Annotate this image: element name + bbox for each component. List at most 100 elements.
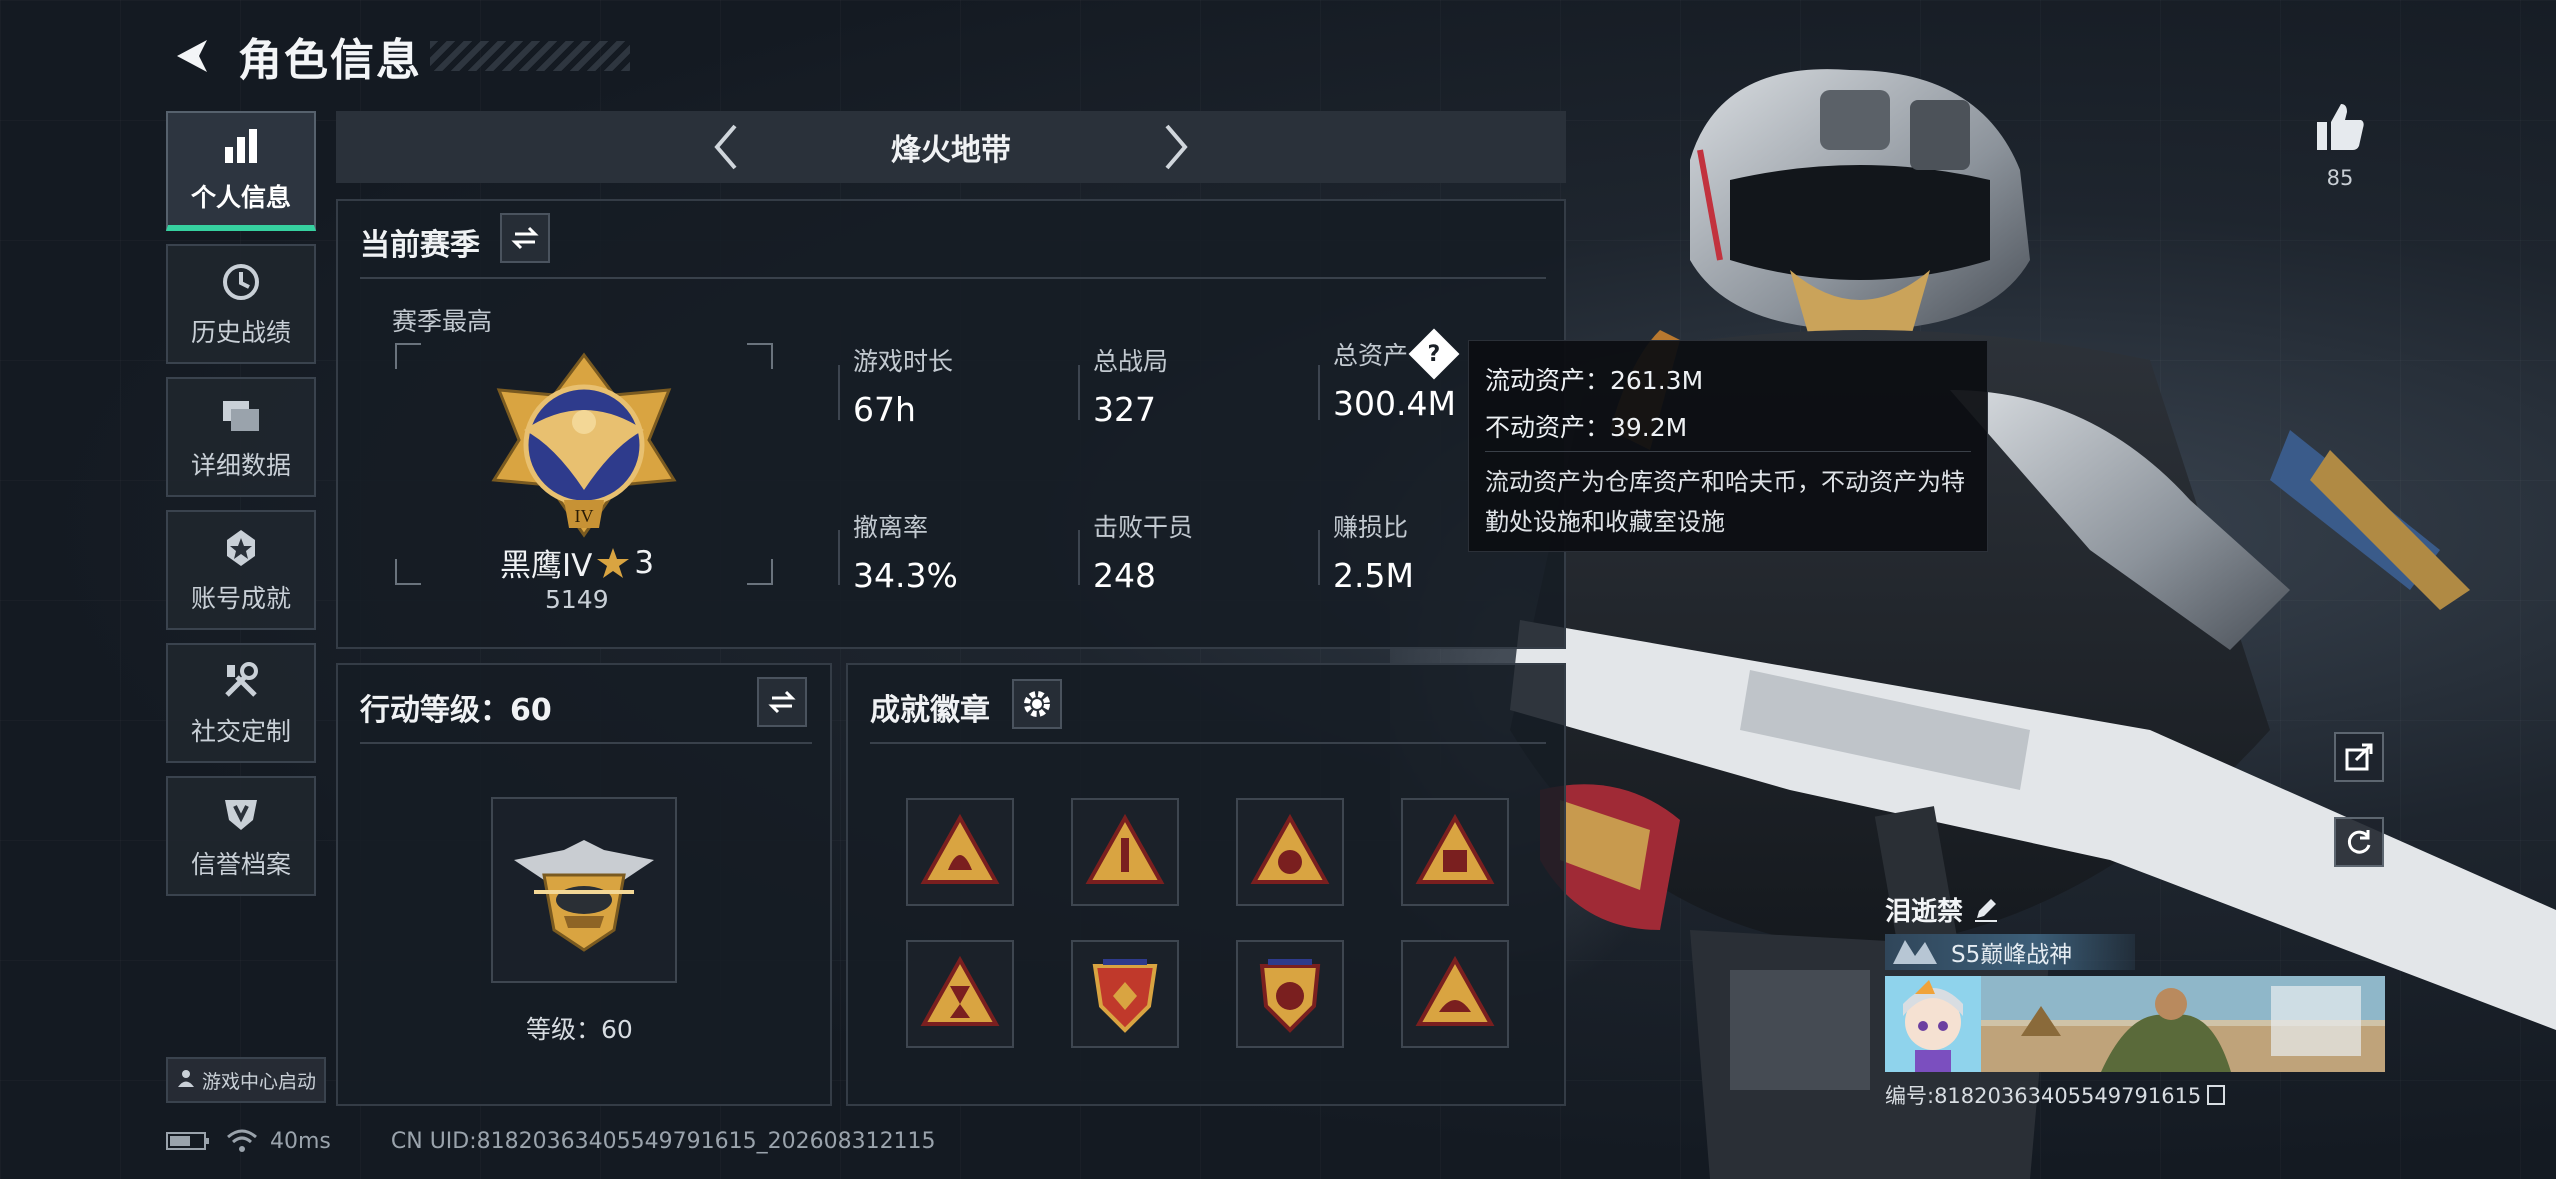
mode-selector: 烽火地带 xyxy=(336,111,1566,183)
season-switch-button[interactable] xyxy=(500,213,550,263)
avatar[interactable] xyxy=(1885,976,1981,1072)
sidebar-item-label: 信誉档案 xyxy=(190,850,291,879)
stat-separator xyxy=(838,365,840,420)
ping-value: 40ms xyxy=(270,1128,331,1154)
refresh-icon xyxy=(2347,830,2371,854)
chevron-right-icon xyxy=(1165,124,1188,170)
triangle-badge-icon xyxy=(1415,813,1495,884)
sidebar-item-label: 详细数据 xyxy=(190,451,291,480)
player-name: 泪逝禁 xyxy=(1885,896,1964,927)
stat-value: 67h xyxy=(853,390,916,429)
svg-text:IV: IV xyxy=(575,506,594,526)
mode-title: 烽火地带 xyxy=(891,133,1011,168)
battery-icon xyxy=(166,1132,209,1150)
title-emblem-icon xyxy=(1893,940,1937,964)
stat-label: 总资产 xyxy=(1333,341,1409,370)
sidebar-item-personal-info[interactable]: 个人信息 xyxy=(166,111,316,231)
action-level-text: 等级：60 xyxy=(526,1015,633,1044)
sidebar-item-history[interactable]: 历史战绩 xyxy=(166,244,316,364)
shield-badge-icon xyxy=(1259,959,1321,1033)
achievement-badge-8[interactable] xyxy=(1401,940,1509,1048)
player-title-text: S5巅峰战神 xyxy=(1951,942,2073,968)
action-level-divider xyxy=(360,742,812,744)
action-level-title: 行动等级：60 xyxy=(360,693,552,728)
stat-separator xyxy=(1318,530,1320,585)
title-decoration xyxy=(430,41,630,71)
sidebar-item-label: 账号成就 xyxy=(190,584,291,613)
stat-value: 327 xyxy=(1093,390,1156,429)
achievement-badge-4[interactable] xyxy=(1401,798,1509,906)
stat-operators-defeated: 击败干员 248 xyxy=(1093,508,1193,595)
back-button[interactable] xyxy=(166,31,216,81)
season-best-label: 赛季最高 xyxy=(392,307,493,336)
history-icon xyxy=(218,259,264,305)
sidebar-item-achievements[interactable]: 账号成就 xyxy=(166,510,316,630)
stat-label: 撤离率 xyxy=(853,513,929,542)
action-level-emblem xyxy=(491,797,677,983)
achievement-badge-2[interactable] xyxy=(1071,798,1179,906)
achievement-badge-3[interactable] xyxy=(1236,798,1344,906)
stat-label: 击败干员 xyxy=(1093,513,1194,542)
sidebar-item-social[interactable]: 社交定制 xyxy=(166,643,316,763)
uid-text: CN UID:81820363405549791615_202608312115 xyxy=(390,1128,936,1154)
share-icon xyxy=(2345,743,2373,771)
stat-separator xyxy=(1318,365,1320,420)
achievement-icon xyxy=(218,525,264,571)
page-header: 角色信息 xyxy=(166,26,630,86)
sidebar-item-label: 历史战绩 xyxy=(190,318,291,347)
tooltip-liquid-assets: 流动资产：261.3M xyxy=(1485,365,1704,395)
stat-value: 248 xyxy=(1093,556,1156,595)
sidebar-item-reputation[interactable]: 信誉档案 xyxy=(166,776,316,896)
user-icon xyxy=(176,1068,196,1093)
gear-icon xyxy=(1024,691,1050,717)
stat-label: 总战局 xyxy=(1093,347,1169,376)
triangle-badge-icon xyxy=(1085,813,1165,884)
share-button[interactable] xyxy=(2334,732,2384,782)
like-button[interactable]: 85 xyxy=(2310,100,2370,190)
stat-total-assets: 总资产 ? 300.4M xyxy=(1333,328,1460,423)
copy-icon[interactable] xyxy=(2207,1085,2226,1105)
player-banner xyxy=(1885,976,2385,1072)
game-center-label: 游戏中心启动 xyxy=(201,1070,316,1093)
swap-icon xyxy=(768,690,796,714)
rank-score: 5149 xyxy=(545,585,609,614)
mode-prev-button[interactable] xyxy=(701,117,751,177)
stat-total-matches: 总战局 327 xyxy=(1093,342,1168,429)
stat-label: 游戏时长 xyxy=(853,347,954,376)
shield-icon xyxy=(218,791,264,837)
player-id: 编号:81820363405549791615 xyxy=(1885,1084,2202,1108)
achievement-badge-7[interactable] xyxy=(1236,940,1344,1048)
banner-scene-image xyxy=(1981,976,2385,1072)
rank-badge-icon: IV xyxy=(491,352,677,538)
thumbs-up-icon xyxy=(2317,104,2364,150)
achievement-badge-6[interactable] xyxy=(1071,940,1179,1048)
game-center-button[interactable]: 游戏中心启动 xyxy=(166,1057,326,1103)
rank-stars: 3 xyxy=(634,544,655,581)
refresh-button[interactable] xyxy=(2334,817,2384,867)
triangle-badge-icon xyxy=(1415,955,1495,1026)
sidebar-item-label: 社交定制 xyxy=(190,717,291,746)
season-divider xyxy=(360,277,1546,279)
shield-badge-icon xyxy=(1092,959,1158,1033)
help-icon[interactable]: ? xyxy=(1408,328,1460,380)
achievement-badge-5[interactable] xyxy=(906,940,1014,1048)
swap-icon xyxy=(511,226,539,250)
tooltip-divider xyxy=(1485,451,1971,452)
triangle-badge-icon xyxy=(920,813,1000,884)
stat-value: 34.3% xyxy=(853,556,958,595)
edit-icon[interactable] xyxy=(1973,896,1999,922)
sidebar-item-detailed-data[interactable]: 详细数据 xyxy=(166,377,316,497)
tools-icon xyxy=(218,658,264,704)
wifi-icon xyxy=(227,1129,257,1152)
achievements-settings-button[interactable] xyxy=(1012,679,1062,729)
mode-next-button[interactable] xyxy=(1151,117,1201,177)
player-card: 泪逝禁 S5巅峰战神 编号:81820363405549791615 xyxy=(1885,890,2385,1110)
stat-separator xyxy=(1078,365,1080,420)
action-level-switch-button[interactable] xyxy=(757,677,807,727)
star-icon xyxy=(597,547,630,578)
stat-separator xyxy=(1078,530,1080,585)
triangle-badge-icon xyxy=(920,955,1000,1026)
status-bar: 40ms CN UID:81820363405549791615_2026083… xyxy=(166,1128,936,1154)
achievement-badge-1[interactable] xyxy=(906,798,1014,906)
chevron-left-icon xyxy=(714,124,737,170)
